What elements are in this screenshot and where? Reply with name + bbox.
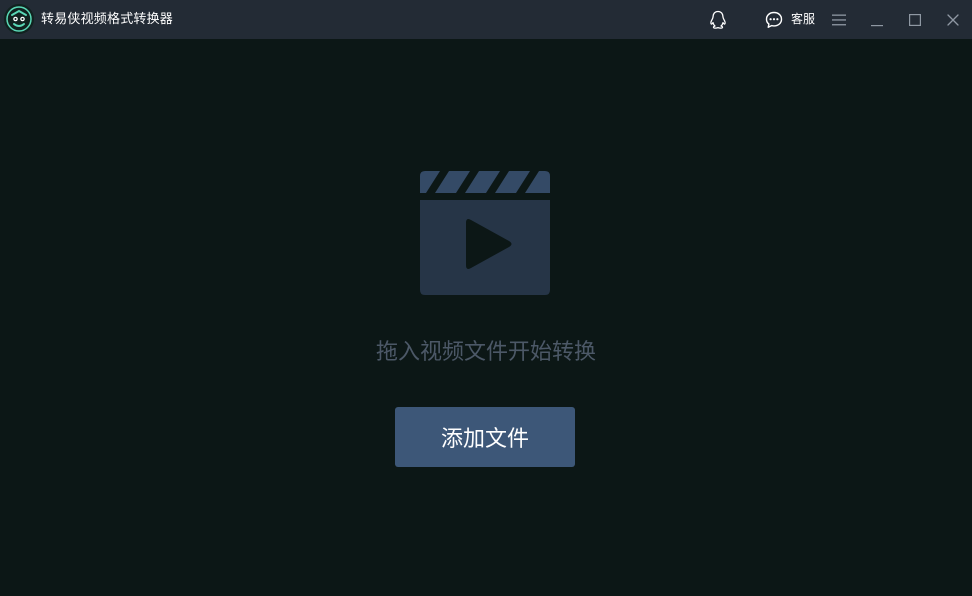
maximize-icon [909, 13, 922, 26]
hamburger-menu-icon [832, 14, 846, 25]
maximize-button[interactable] [904, 0, 926, 39]
minimize-button[interactable] [866, 0, 888, 39]
drop-zone[interactable]: 拖入视频文件开始转换 添加文件 [0, 39, 972, 596]
qq-button[interactable] [705, 0, 731, 39]
chat-bubble-icon [765, 11, 783, 28]
close-icon [947, 13, 959, 26]
service-button[interactable] [762, 0, 786, 39]
app-title: 转易侠视频格式转换器 [41, 12, 174, 27]
drop-hint-text: 拖入视频文件开始转换 [375, 340, 596, 365]
minimize-icon [871, 24, 883, 26]
service-label[interactable]: 客服 [791, 11, 815, 27]
add-file-button[interactable]: 添加文件 [395, 407, 575, 467]
menu-button[interactable] [828, 0, 850, 39]
title-bar: 转易侠视频格式转换器 客服 [0, 0, 972, 39]
qq-penguin-icon [710, 10, 726, 29]
video-clapper-play-icon [420, 171, 550, 295]
close-button[interactable] [942, 0, 964, 39]
app-logo-icon [4, 4, 34, 34]
